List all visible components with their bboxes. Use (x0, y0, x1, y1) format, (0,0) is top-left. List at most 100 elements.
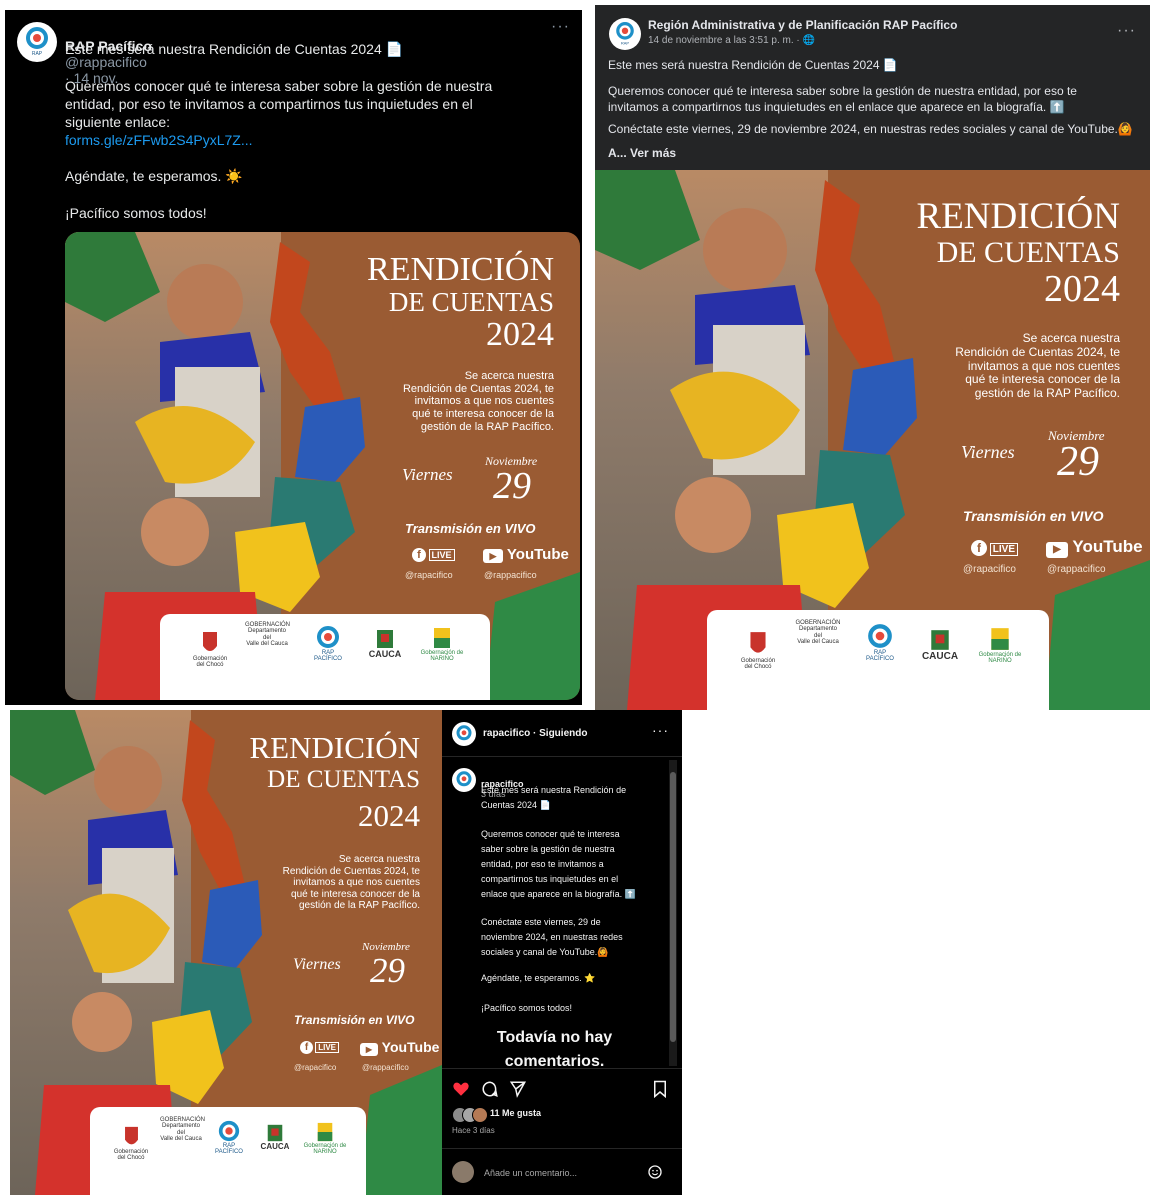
logo-valle: GOBERNACIÓN Departamento del Valle del C… (245, 622, 291, 647)
youtube-icon: ▶ (360, 1043, 378, 1056)
logo-narino: Gobernación de NARIÑO (302, 1121, 348, 1156)
poster-day: Viernes (961, 442, 1015, 462)
logo-narino: Gobernación de NARIÑO (418, 626, 466, 663)
forms-link[interactable]: forms.gle/zFFwb2S4PyxL7Z... (65, 132, 253, 148)
poster-youtube: ▶ YouTube (483, 546, 569, 563)
rap-avatar[interactable]: RAP (609, 18, 641, 50)
youtube-label: YouTube (506, 546, 569, 563)
likers-avatars[interactable] (452, 1107, 488, 1123)
comment-icon[interactable] (481, 1080, 499, 1098)
poster-fb-handle: @rapacifico (294, 1063, 337, 1072)
poster-subtitle: Se acerca nuestra Rendición de Cuentas 2… (282, 854, 420, 911)
live-badge: LIVE (989, 543, 1019, 556)
poster-title-2: DE CUENTAS (388, 287, 554, 317)
poster-logos-bar: Gobernación del Chocó GOBERNACIÓN Depart… (160, 614, 490, 700)
svg-text:RAP: RAP (621, 40, 630, 45)
poster-title: RENDICIÓN (367, 251, 554, 288)
logo-valle: GOBERNACIÓN Departamento del Valle del C… (795, 620, 841, 645)
poster-year: 2024 (486, 316, 554, 353)
scrollbar[interactable] (669, 760, 677, 1066)
caption-line1: Este mes será nuestra Rendición de Cuent… (481, 785, 627, 810)
poster-day: Viernes (293, 956, 341, 973)
post-age: Hace 3 días (452, 1126, 495, 1135)
caption-line5: ¡Pacífico somos todos! (481, 1003, 573, 1013)
current-user-avatar (452, 1161, 474, 1183)
poster-image[interactable]: RENDICIÓN DE CUENTAS 2024 Se acerca nues… (65, 232, 580, 700)
instagram-image-panel: RENDICIÓN DE CUENTAS 2024 Se acerca nues… (10, 710, 442, 1195)
heart-icon[interactable] (452, 1080, 470, 1098)
post-line3: Conéctate este viernes, 29 de noviembre … (608, 122, 1133, 136)
svg-text:RAP: RAP (32, 51, 43, 57)
poster-title-2: DE CUENTAS (936, 236, 1120, 269)
more-options-icon[interactable]: ··· (652, 722, 669, 738)
more-options-icon[interactable]: ··· (1117, 22, 1136, 40)
post-line1: Este mes será nuestra Rendición de Cuent… (608, 58, 898, 72)
poster-year: 2024 (1044, 268, 1120, 310)
instagram-post-sidebar: rapacifico · Siguiendo ··· rapacifico 3 … (442, 710, 682, 1195)
share-icon[interactable] (509, 1080, 527, 1098)
post-line1: Este mes será nuestra Rendición de Cuent… (65, 41, 404, 57)
poster-fb-handle: @rapacifico (405, 570, 453, 580)
caption-line3: Conéctate este viernes, 29 de noviembre … (481, 917, 623, 957)
rap-avatar[interactable]: RAP (17, 22, 57, 62)
facebook-icon: f (971, 540, 987, 556)
twitter-post: RAP RAP Pacífico @rappacifico · 14 nov. … (5, 10, 582, 705)
actions-divider (442, 1068, 682, 1069)
youtube-label: YouTube (1072, 537, 1143, 556)
poster-facebook-live: f LIVE (300, 1041, 340, 1054)
logo-rap-pacifico: RAP PACÍFICO (859, 622, 901, 663)
live-badge: LIVE (315, 1042, 340, 1053)
header-username[interactable]: rapacifico · Siguiendo (483, 728, 587, 739)
post-agenda: Agéndate, te esperamos. ☀️ (65, 168, 243, 184)
facebook-post: RAP Región Administrativa y de Planifica… (595, 5, 1150, 710)
logo-cauca: CAUCA (256, 1123, 294, 1151)
logo-narino: Gobernación de NARIÑO (975, 626, 1025, 665)
poster-image[interactable]: RENDICIÓN DE CUENTAS 2024 Se acerca nues… (595, 170, 1150, 710)
emoji-icon[interactable] (647, 1164, 663, 1180)
poster-live-text: Transmisión en VIVO (963, 508, 1104, 524)
caption-avatar[interactable] (452, 768, 476, 792)
post-closing: ¡Pacífico somos todos! (65, 205, 207, 221)
logo-rap-pacifico: RAP PACÍFICO (210, 1119, 248, 1156)
poster-image[interactable]: RENDICIÓN DE CUENTAS 2024 Se acerca nues… (10, 710, 442, 1195)
poster-logos-bar: Gobernación del Chocó GOBERNACIÓN Depart… (707, 610, 1049, 710)
poster-youtube: ▶ YouTube (360, 1039, 439, 1056)
likes-count[interactable]: 11 Me gusta (490, 1108, 541, 1118)
poster-facebook-live: f LIVE (971, 540, 1019, 556)
poster-facebook-live: f LIVE (412, 548, 455, 562)
post-line2: Queremos conocer qué te interesa saber s… (608, 84, 1077, 114)
poster-title-2: DE CUENTAS (267, 766, 420, 793)
more-options-icon[interactable]: ··· (551, 18, 570, 36)
facebook-icon: f (300, 1041, 313, 1054)
logo-cauca: CAUCA (365, 628, 405, 659)
comment-divider (442, 1148, 682, 1149)
post-body: Queremos conocer qué te interesa saber s… (65, 78, 493, 130)
poster-subtitle: Se acerca nuestra Rendición de Cuentas 2… (955, 331, 1120, 401)
caption-line4: Agéndate, te esperamos. ⭐ (481, 973, 596, 983)
poster-title: RENDICIÓN (916, 196, 1120, 237)
rap-avatar[interactable] (452, 722, 476, 746)
scrollbar-thumb[interactable] (670, 772, 676, 1042)
post-date[interactable]: 14 de noviembre a las 3:51 p. m. · 🌐 (648, 35, 815, 46)
live-badge: LIVE (428, 549, 455, 561)
poster-subtitle: Se acerca nuestra Rendición de Cuentas 2… (402, 370, 554, 433)
youtube-icon: ▶ (483, 549, 503, 563)
poster-date-number: 29 (370, 951, 405, 990)
facebook-icon: f (412, 548, 426, 562)
page-name[interactable]: Región Administrativa y de Planificación… (648, 18, 957, 32)
poster-day: Viernes (402, 465, 453, 484)
caption-line2: Queremos conocer qué te interesa saber s… (481, 829, 636, 899)
see-more-link[interactable]: A... Ver más (608, 146, 676, 160)
poster-fb-handle: @rapacifico (963, 564, 1016, 575)
poster-yt-handle: @rappacifico (1047, 564, 1106, 575)
header-divider (442, 756, 682, 757)
poster-yt-handle: @rappacifico (362, 1063, 409, 1072)
logo-choco: Gobernación del Chocó (737, 630, 779, 671)
logo-valle: GOBERNACIÓN Departamento del Valle del C… (160, 1117, 206, 1142)
bookmark-icon[interactable] (652, 1080, 668, 1098)
youtube-label: YouTube (381, 1039, 440, 1055)
poster-live-text: Transmisión en VIVO (405, 521, 536, 536)
poster-title: RENDICIÓN (249, 730, 421, 765)
logo-cauca: CAUCA (919, 628, 961, 663)
comment-input[interactable]: Añade un comentario... (484, 1168, 577, 1178)
